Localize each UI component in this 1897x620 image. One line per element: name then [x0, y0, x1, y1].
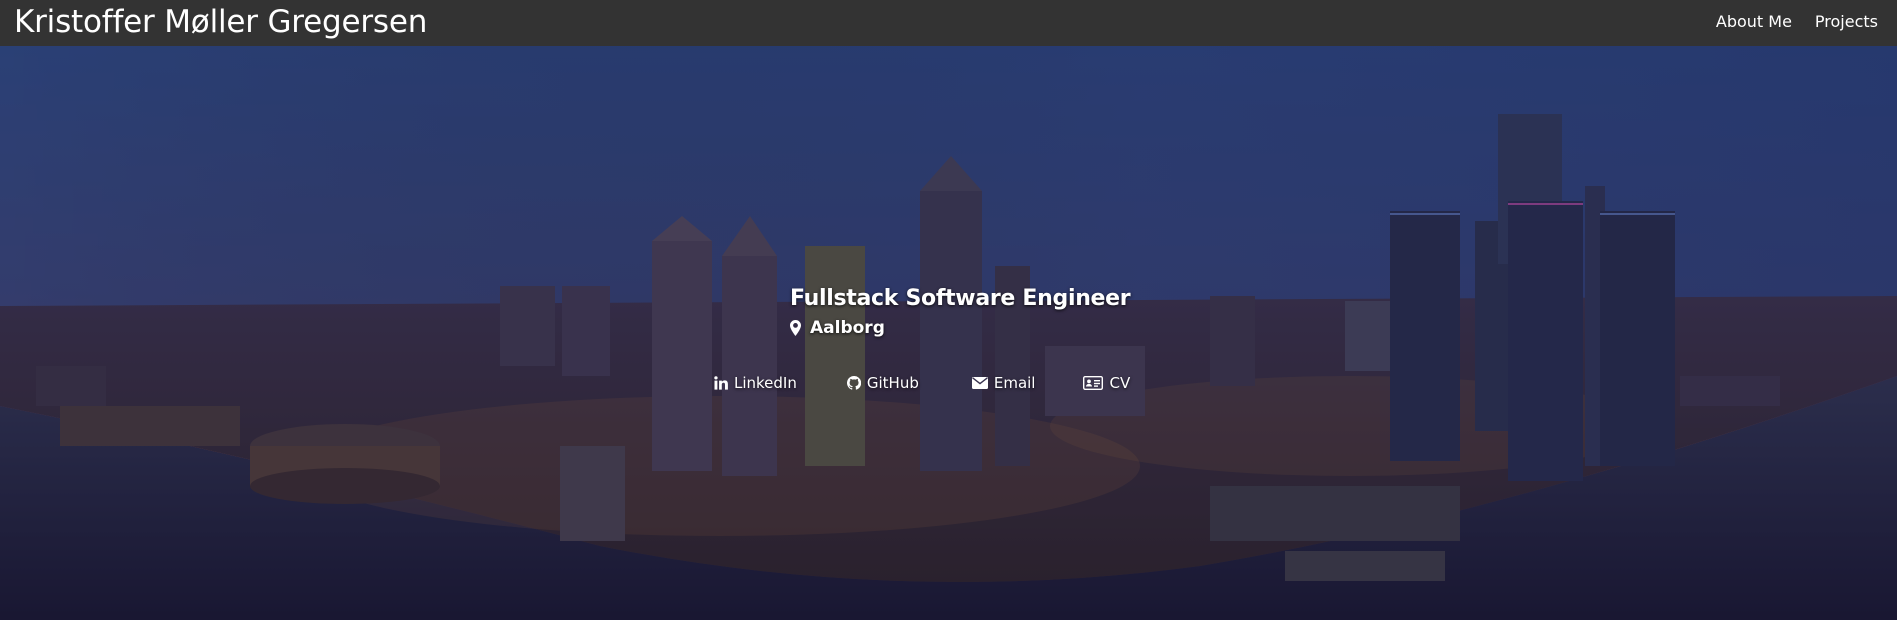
github-link[interactable]: GitHub: [846, 374, 919, 392]
nav-links: About Me Projects: [1716, 12, 1878, 31]
linkedin-icon: [714, 376, 728, 390]
cv-link[interactable]: CV: [1083, 374, 1130, 392]
github-icon: [846, 376, 861, 390]
brand-link[interactable]: Kristoffer Møller Gregersen: [14, 4, 427, 40]
cv-label: CV: [1109, 374, 1131, 392]
email-label: Email: [993, 374, 1036, 392]
envelope-icon: [971, 377, 988, 389]
nav-about-me[interactable]: About Me: [1716, 12, 1792, 31]
hero-section: Fullstack Software Engineer Aalborg Link…: [0, 46, 1897, 620]
hero-social-links: LinkedIn GitHub Email CV: [714, 374, 1130, 392]
github-label: GitHub: [866, 374, 919, 392]
linkedin-link[interactable]: LinkedIn: [714, 374, 797, 392]
id-card-icon: [1083, 376, 1104, 390]
email-link[interactable]: Email: [971, 374, 1036, 392]
hero-dark-overlay: [0, 46, 1897, 620]
hero-headline: Fullstack Software Engineer: [790, 286, 1131, 311]
navbar: Kristoffer Møller Gregersen About Me Pro…: [0, 0, 1897, 46]
map-marker-icon: [790, 320, 801, 336]
nav-projects[interactable]: Projects: [1815, 12, 1878, 31]
linkedin-label: LinkedIn: [734, 374, 797, 392]
location-label: Aalborg: [810, 318, 885, 338]
hero-location: Aalborg: [790, 318, 885, 338]
